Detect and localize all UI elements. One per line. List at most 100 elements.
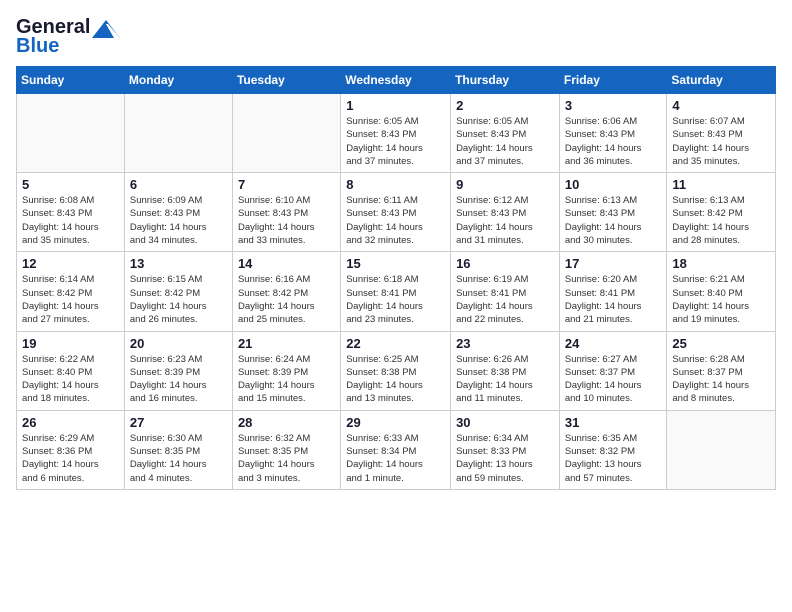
calendar-day-cell: 8 Sunrise: 6:11 AM Sunset: 8:43 PM Daylig… xyxy=(341,173,451,252)
day-info: Sunrise: 6:07 AM Sunset: 8:43 PM Dayligh… xyxy=(672,115,770,168)
day-info: Sunrise: 6:28 AM Sunset: 8:37 PM Dayligh… xyxy=(672,353,770,406)
day-info: Sunrise: 6:35 AM Sunset: 8:32 PM Dayligh… xyxy=(565,432,662,485)
day-info: Sunrise: 6:11 AM Sunset: 8:43 PM Dayligh… xyxy=(346,194,445,247)
day-info: Sunrise: 6:15 AM Sunset: 8:42 PM Dayligh… xyxy=(130,273,227,326)
calendar-day-cell: 20 Sunrise: 6:23 AM Sunset: 8:39 PM Dayli… xyxy=(124,331,232,410)
calendar-day-cell: 4Sunrise: 6:07 AM Sunset: 8:43 PM Daylig… xyxy=(667,94,776,173)
day-info: Sunrise: 6:26 AM Sunset: 8:38 PM Dayligh… xyxy=(456,353,554,406)
logo-icon xyxy=(92,20,120,38)
day-number: 18 xyxy=(672,256,770,271)
day-number: 15 xyxy=(346,256,445,271)
day-number: 1 xyxy=(346,98,445,113)
day-info: Sunrise: 6:05 AM Sunset: 8:43 PM Dayligh… xyxy=(456,115,554,168)
calendar-day-cell: 9 Sunrise: 6:12 AM Sunset: 8:43 PM Daylig… xyxy=(451,173,560,252)
day-info: Sunrise: 6:30 AM Sunset: 8:35 PM Dayligh… xyxy=(130,432,227,485)
day-info: Sunrise: 6:22 AM Sunset: 8:40 PM Dayligh… xyxy=(22,353,119,406)
day-info: Sunrise: 6:08 AM Sunset: 8:43 PM Dayligh… xyxy=(22,194,119,247)
calendar-day-cell: 3 Sunrise: 6:06 AM Sunset: 8:43 PM Daylig… xyxy=(559,94,667,173)
calendar-week-row: 19 Sunrise: 6:22 AM Sunset: 8:40 PM Dayli… xyxy=(17,331,776,410)
day-number: 14 xyxy=(238,256,335,271)
day-number: 19 xyxy=(22,336,119,351)
day-info: Sunrise: 6:14 AM Sunset: 8:42 PM Dayligh… xyxy=(22,273,119,326)
calendar-day-cell: 27 Sunrise: 6:30 AM Sunset: 8:35 PM Dayli… xyxy=(124,410,232,489)
day-info: Sunrise: 6:23 AM Sunset: 8:39 PM Dayligh… xyxy=(130,353,227,406)
day-number: 21 xyxy=(238,336,335,351)
day-info: Sunrise: 6:10 AM Sunset: 8:43 PM Dayligh… xyxy=(238,194,335,247)
weekday-header-cell: Tuesday xyxy=(232,67,340,94)
calendar-day-cell: 23 Sunrise: 6:26 AM Sunset: 8:38 PM Dayli… xyxy=(451,331,560,410)
day-number: 23 xyxy=(456,336,554,351)
day-number: 30 xyxy=(456,415,554,430)
calendar-day-cell: 17 Sunrise: 6:20 AM Sunset: 8:41 PM Dayli… xyxy=(559,252,667,331)
day-info: Sunrise: 6:24 AM Sunset: 8:39 PM Dayligh… xyxy=(238,353,335,406)
calendar-day-cell: 12 Sunrise: 6:14 AM Sunset: 8:42 PM Dayli… xyxy=(17,252,125,331)
calendar-day-cell xyxy=(17,94,125,173)
calendar-day-cell: 1 Sunrise: 6:05 AM Sunset: 8:43 PM Daylig… xyxy=(341,94,451,173)
day-info: Sunrise: 6:32 AM Sunset: 8:35 PM Dayligh… xyxy=(238,432,335,485)
day-info: Sunrise: 6:25 AM Sunset: 8:38 PM Dayligh… xyxy=(346,353,445,406)
day-info: Sunrise: 6:05 AM Sunset: 8:43 PM Dayligh… xyxy=(346,115,445,168)
calendar-day-cell xyxy=(232,94,340,173)
day-number: 12 xyxy=(22,256,119,271)
weekday-header-cell: Wednesday xyxy=(341,67,451,94)
day-info: Sunrise: 6:27 AM Sunset: 8:37 PM Dayligh… xyxy=(565,353,662,406)
day-info: Sunrise: 6:12 AM Sunset: 8:43 PM Dayligh… xyxy=(456,194,554,247)
day-number: 8 xyxy=(346,177,445,192)
day-info: Sunrise: 6:34 AM Sunset: 8:33 PM Dayligh… xyxy=(456,432,554,485)
calendar-day-cell: 18 Sunrise: 6:21 AM Sunset: 8:40 PM Dayli… xyxy=(667,252,776,331)
calendar-day-cell: 29Sunrise: 6:33 AM Sunset: 8:34 PM Dayli… xyxy=(341,410,451,489)
day-number: 13 xyxy=(130,256,227,271)
calendar-day-cell: 5 Sunrise: 6:08 AM Sunset: 8:43 PM Daylig… xyxy=(17,173,125,252)
day-number: 2 xyxy=(456,98,554,113)
day-number: 10 xyxy=(565,177,662,192)
calendar-day-cell xyxy=(667,410,776,489)
calendar-week-row: 1 Sunrise: 6:05 AM Sunset: 8:43 PM Daylig… xyxy=(17,94,776,173)
day-info: Sunrise: 6:18 AM Sunset: 8:41 PM Dayligh… xyxy=(346,273,445,326)
day-info: Sunrise: 6:16 AM Sunset: 8:42 PM Dayligh… xyxy=(238,273,335,326)
calendar-day-cell: 28 Sunrise: 6:32 AM Sunset: 8:35 PM Dayli… xyxy=(232,410,340,489)
day-number: 29 xyxy=(346,415,445,430)
day-info: Sunrise: 6:19 AM Sunset: 8:41 PM Dayligh… xyxy=(456,273,554,326)
calendar-day-cell: 31 Sunrise: 6:35 AM Sunset: 8:32 PM Dayli… xyxy=(559,410,667,489)
day-info: Sunrise: 6:21 AM Sunset: 8:40 PM Dayligh… xyxy=(672,273,770,326)
day-number: 11 xyxy=(672,177,770,192)
calendar-day-cell: 10 Sunrise: 6:13 AM Sunset: 8:43 PM Dayli… xyxy=(559,173,667,252)
weekday-header-row: SundayMondayTuesdayWednesdayThursdayFrid… xyxy=(17,67,776,94)
calendar-day-cell: 19 Sunrise: 6:22 AM Sunset: 8:40 PM Dayli… xyxy=(17,331,125,410)
day-info: Sunrise: 6:20 AM Sunset: 8:41 PM Dayligh… xyxy=(565,273,662,326)
calendar-day-cell: 22 Sunrise: 6:25 AM Sunset: 8:38 PM Dayli… xyxy=(341,331,451,410)
calendar-day-cell xyxy=(124,94,232,173)
page-header: General Blue xyxy=(16,16,776,58)
day-info: Sunrise: 6:09 AM Sunset: 8:43 PM Dayligh… xyxy=(130,194,227,247)
day-number: 17 xyxy=(565,256,662,271)
calendar-day-cell: 26Sunrise: 6:29 AM Sunset: 8:36 PM Dayli… xyxy=(17,410,125,489)
day-number: 28 xyxy=(238,415,335,430)
day-number: 3 xyxy=(565,98,662,113)
day-number: 26 xyxy=(22,415,119,430)
calendar-week-row: 12 Sunrise: 6:14 AM Sunset: 8:42 PM Dayli… xyxy=(17,252,776,331)
day-number: 24 xyxy=(565,336,662,351)
day-info: Sunrise: 6:06 AM Sunset: 8:43 PM Dayligh… xyxy=(565,115,662,168)
calendar-day-cell: 16Sunrise: 6:19 AM Sunset: 8:41 PM Dayli… xyxy=(451,252,560,331)
calendar-week-row: 5 Sunrise: 6:08 AM Sunset: 8:43 PM Daylig… xyxy=(17,173,776,252)
day-number: 20 xyxy=(130,336,227,351)
day-number: 9 xyxy=(456,177,554,192)
calendar-day-cell: 6 Sunrise: 6:09 AM Sunset: 8:43 PM Daylig… xyxy=(124,173,232,252)
logo: General Blue xyxy=(16,16,120,58)
day-number: 31 xyxy=(565,415,662,430)
calendar-day-cell: 11Sunrise: 6:13 AM Sunset: 8:42 PM Dayli… xyxy=(667,173,776,252)
day-number: 22 xyxy=(346,336,445,351)
day-number: 6 xyxy=(130,177,227,192)
calendar-day-cell: 30 Sunrise: 6:34 AM Sunset: 8:33 PM Dayli… xyxy=(451,410,560,489)
day-number: 7 xyxy=(238,177,335,192)
day-info: Sunrise: 6:13 AM Sunset: 8:43 PM Dayligh… xyxy=(565,194,662,247)
calendar-day-cell: 2 Sunrise: 6:05 AM Sunset: 8:43 PM Daylig… xyxy=(451,94,560,173)
day-number: 27 xyxy=(130,415,227,430)
calendar-day-cell: 15 Sunrise: 6:18 AM Sunset: 8:41 PM Dayli… xyxy=(341,252,451,331)
logo-blue-text: Blue xyxy=(16,35,59,58)
calendar-day-cell: 13 Sunrise: 6:15 AM Sunset: 8:42 PM Dayli… xyxy=(124,252,232,331)
calendar-day-cell: 7 Sunrise: 6:10 AM Sunset: 8:43 PM Daylig… xyxy=(232,173,340,252)
day-number: 5 xyxy=(22,177,119,192)
day-number: 25 xyxy=(672,336,770,351)
calendar-table: SundayMondayTuesdayWednesdayThursdayFrid… xyxy=(16,66,776,490)
